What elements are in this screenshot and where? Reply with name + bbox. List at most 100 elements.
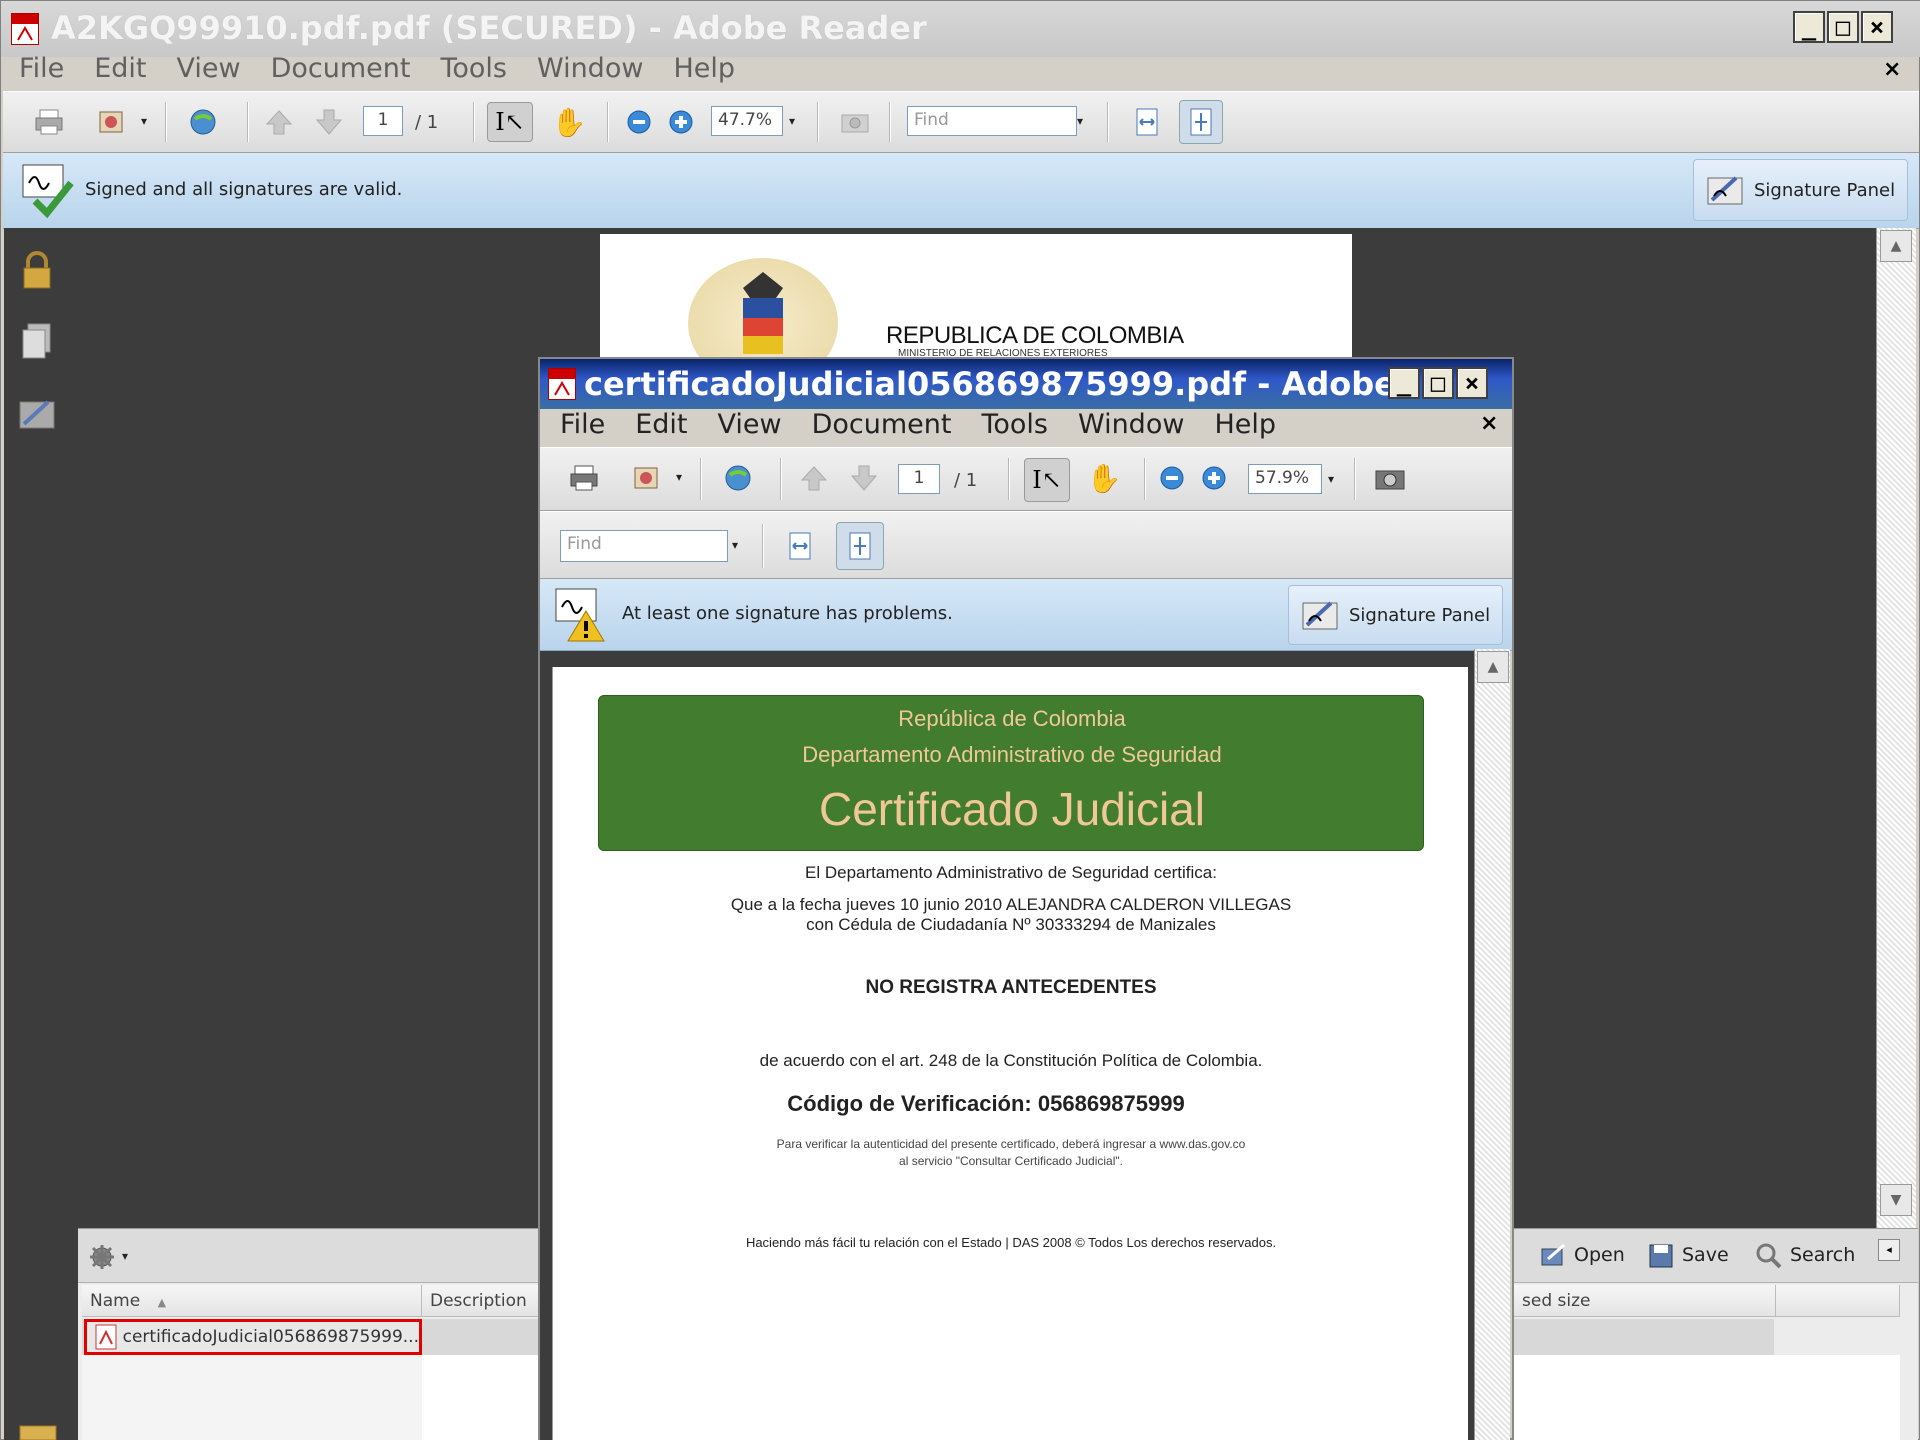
child-print-button[interactable] — [566, 460, 602, 496]
zoom-out-button[interactable] — [621, 104, 657, 140]
child-maximize-button[interactable]: □ — [1422, 367, 1454, 399]
child-fit-page-button[interactable] — [836, 522, 884, 570]
options-gear-button[interactable] — [88, 1243, 118, 1275]
menu-view[interactable]: View — [176, 53, 240, 84]
close-document-icon[interactable]: × — [1883, 57, 1901, 82]
child-menu-edit[interactable]: Edit — [635, 409, 687, 440]
print-button[interactable] — [31, 104, 67, 140]
previous-page-button[interactable] — [261, 104, 297, 140]
column-header-compressed-size[interactable]: sed size — [1514, 1285, 1776, 1317]
child-signature-panel-button[interactable]: Signature Panel — [1288, 585, 1504, 645]
menu-edit[interactable]: Edit — [94, 53, 146, 84]
folder-icon[interactable] — [18, 1424, 58, 1440]
child-find-dropdown-arrow[interactable]: ▾ — [732, 538, 738, 552]
signature-panel-button[interactable]: Signature Panel — [1693, 159, 1909, 221]
zoom-input[interactable]: 47.7% — [711, 106, 783, 136]
child-signature-bar: At least one signature has problems. Sig… — [540, 579, 1512, 651]
child-select-tool-button[interactable]: I↖ — [1024, 458, 1070, 502]
zoom-in-button[interactable] — [663, 104, 699, 140]
fit-width-icon — [789, 532, 811, 560]
globe-icon — [725, 465, 751, 491]
child-menu-help[interactable]: Help — [1214, 409, 1276, 440]
close-button[interactable]: × — [1861, 11, 1893, 43]
child-zoom-out-button[interactable] — [1154, 460, 1190, 496]
maximize-button[interactable]: □ — [1827, 11, 1859, 43]
child-menu-tools[interactable]: Tools — [981, 409, 1048, 440]
pages-icon[interactable] — [20, 322, 54, 366]
arrow-up-icon — [800, 466, 828, 491]
header-country: República de Colombia — [898, 706, 1126, 731]
text-select-icon: I↖ — [1032, 466, 1062, 494]
child-menu-file[interactable]: File — [560, 409, 605, 440]
email-dropdown-arrow[interactable]: ▾ — [141, 114, 147, 128]
main-vertical-scrollbar[interactable]: ▲ ▼ — [1876, 228, 1916, 1228]
child-close-button[interactable]: × — [1456, 367, 1488, 399]
zoom-dropdown-arrow[interactable]: ▾ — [789, 114, 795, 128]
page-number-input[interactable]: 1 — [363, 106, 403, 136]
menu-document[interactable]: Document — [271, 53, 411, 84]
child-zoom-input[interactable]: 57.9% — [1248, 464, 1322, 494]
collaborate-button[interactable] — [185, 104, 221, 140]
main-title-bar[interactable]: A2KGQ99910.pdf.pdf (SECURED) - Adobe Rea… — [1, 1, 1920, 57]
maximize-icon: □ — [1835, 13, 1851, 41]
fit-width-button[interactable] — [1129, 104, 1165, 140]
email-button[interactable] — [93, 104, 129, 140]
signature-warning-icon — [554, 587, 610, 647]
signature-panel-label: Signature Panel — [1754, 179, 1896, 201]
child-minimize-button[interactable]: _ — [1388, 367, 1420, 399]
child-zoom-in-button[interactable] — [1196, 460, 1232, 496]
signatures-icon[interactable] — [18, 396, 58, 436]
snapshot-button[interactable] — [837, 104, 873, 140]
child-email-button[interactable] — [628, 460, 664, 496]
child-previous-page-button[interactable] — [796, 460, 832, 496]
scroll-down-button[interactable]: ▼ — [1880, 1184, 1912, 1216]
child-window-title: certificadoJudicial056869875999.pdf - Ad… — [584, 365, 1444, 403]
background-document-heading: REPUBLICA DE COLOMBIA — [886, 322, 1184, 349]
page-total-label: / 1 — [415, 112, 439, 133]
close-icon: × — [1869, 13, 1885, 41]
child-title-bar[interactable]: certificadoJudicial056869875999.pdf - Ad… — [540, 359, 1512, 409]
child-snapshot-button[interactable] — [1372, 460, 1408, 496]
email-icon — [634, 467, 658, 489]
child-hand-tool-button[interactable]: ✋ — [1086, 460, 1122, 496]
child-menu-view[interactable]: View — [717, 409, 781, 440]
menu-help[interactable]: Help — [673, 53, 735, 84]
text-select-icon: I↖ — [495, 108, 525, 136]
fit-page-button[interactable] — [1179, 100, 1223, 144]
main-toolbar: ▾ 1 / 1 I↖ ✋ 47.7% ▾ Find ▾ — [3, 91, 1919, 153]
child-zoom-dropdown-arrow[interactable]: ▾ — [1328, 472, 1334, 486]
child-fit-width-button[interactable] — [782, 528, 818, 564]
save-attachment-button[interactable]: Save — [1646, 1241, 1729, 1269]
menu-tools[interactable]: Tools — [440, 53, 507, 84]
child-find-input[interactable]: Find — [560, 530, 728, 562]
column-header-name[interactable]: Name ▲ — [82, 1285, 422, 1317]
child-vertical-scrollbar[interactable]: ▲ — [1474, 649, 1510, 1440]
child-next-page-button[interactable] — [846, 460, 882, 496]
child-scroll-up-button[interactable]: ▲ — [1477, 651, 1509, 683]
options-dropdown-arrow[interactable]: ▾ — [122, 1249, 128, 1263]
child-collaborate-button[interactable] — [720, 460, 756, 496]
file-name: certificadoJudicial056869875999... — [122, 1327, 419, 1347]
file-row-name-cell[interactable]: certificadoJudicial056869875999... — [84, 1319, 422, 1355]
lock-icon[interactable] — [20, 250, 54, 294]
collapse-panel-button[interactable]: ◂ — [1878, 1239, 1900, 1261]
next-page-button[interactable] — [311, 104, 347, 140]
search-attachment-button[interactable]: Search — [1754, 1241, 1855, 1269]
child-email-dropdown-arrow[interactable]: ▾ — [676, 470, 682, 484]
menu-window[interactable]: Window — [537, 53, 643, 84]
child-menu-window[interactable]: Window — [1078, 409, 1184, 440]
find-dropdown-arrow[interactable]: ▾ — [1077, 114, 1083, 128]
minimize-button[interactable]: _ — [1793, 11, 1825, 43]
search-icon — [1756, 1243, 1782, 1269]
find-input[interactable]: Find — [907, 106, 1077, 136]
hand-tool-button[interactable]: ✋ — [551, 104, 587, 140]
scroll-up-button[interactable]: ▲ — [1880, 230, 1912, 262]
child-page-total-label: / 1 — [954, 470, 978, 491]
certificate-footer: Haciendo más fácil tu relación con el Es… — [745, 1235, 1277, 1250]
select-tool-button[interactable]: I↖ — [487, 102, 533, 142]
child-page-number-input[interactable]: 1 — [898, 464, 940, 494]
open-attachment-button[interactable]: Open — [1538, 1241, 1625, 1269]
menu-file[interactable]: File — [19, 53, 64, 84]
child-close-document-icon[interactable]: × — [1480, 411, 1498, 436]
child-menu-document[interactable]: Document — [812, 409, 952, 440]
